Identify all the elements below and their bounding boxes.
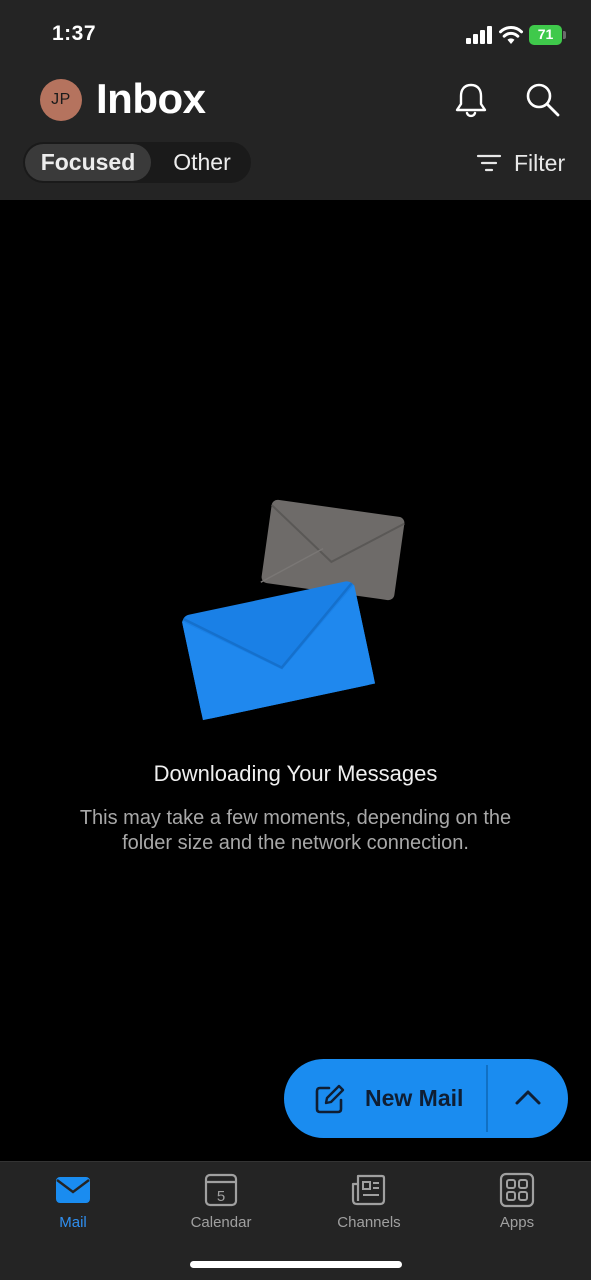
filter-lines-icon xyxy=(476,154,502,172)
status-bar: 1:37 71 xyxy=(0,0,591,70)
avatar-initials: JP xyxy=(51,91,71,108)
notifications-button[interactable] xyxy=(452,80,490,120)
nav-item-channels[interactable]: Channels xyxy=(314,1172,424,1238)
filter-button[interactable]: Filter xyxy=(476,146,565,180)
empty-state-title: Downloading Your Messages xyxy=(153,761,438,786)
calendar-day: 5 xyxy=(217,1188,225,1205)
new-mail-label: New Mail xyxy=(365,1085,464,1111)
chevron-up-icon xyxy=(515,1090,541,1105)
new-mail-fab: New Mail xyxy=(284,1059,568,1138)
page-title: Inbox xyxy=(96,75,206,122)
status-time: 1:37 xyxy=(52,22,97,45)
tab-focused[interactable]: Focused xyxy=(25,144,151,181)
avatar[interactable]: JP xyxy=(40,79,82,121)
nav-item-mail[interactable]: Mail xyxy=(18,1172,128,1238)
apps-grid-icon xyxy=(499,1172,535,1208)
nav-label-channels: Channels xyxy=(337,1214,401,1231)
search-icon xyxy=(526,83,560,117)
app-header: 1:37 71 JP Inbox Focused Other Filter xyxy=(0,0,591,200)
compose-options-button[interactable] xyxy=(488,1059,568,1138)
nav-label-apps: Apps xyxy=(499,1214,535,1231)
nav-item-apps[interactable]: Apps xyxy=(462,1172,572,1238)
new-mail-button[interactable]: New Mail xyxy=(284,1059,486,1138)
home-indicator[interactable] xyxy=(190,1261,402,1268)
envelopes-illustration xyxy=(181,499,405,721)
battery-charging-icon: 71 xyxy=(529,25,567,45)
nav-label-calendar: Calendar xyxy=(190,1214,252,1231)
nav-label-mail: Mail xyxy=(59,1214,87,1231)
wifi-icon xyxy=(499,26,523,44)
inbox-segment-control: Focused Other xyxy=(23,142,251,183)
cellular-signal-icon xyxy=(466,26,494,44)
bell-icon xyxy=(455,83,487,118)
compose-icon xyxy=(315,1084,345,1114)
search-button[interactable] xyxy=(522,80,562,120)
calendar-icon: 5 xyxy=(204,1173,238,1207)
mail-icon xyxy=(56,1177,90,1203)
battery-level: 71 xyxy=(537,26,554,42)
nav-item-calendar[interactable]: 5 Calendar xyxy=(166,1172,276,1238)
empty-state-subtitle: This may take a few moments, depending o… xyxy=(79,807,512,854)
filter-label: Filter xyxy=(514,149,566,176)
channels-icon xyxy=(351,1174,386,1206)
tab-other[interactable]: Other xyxy=(155,144,249,181)
